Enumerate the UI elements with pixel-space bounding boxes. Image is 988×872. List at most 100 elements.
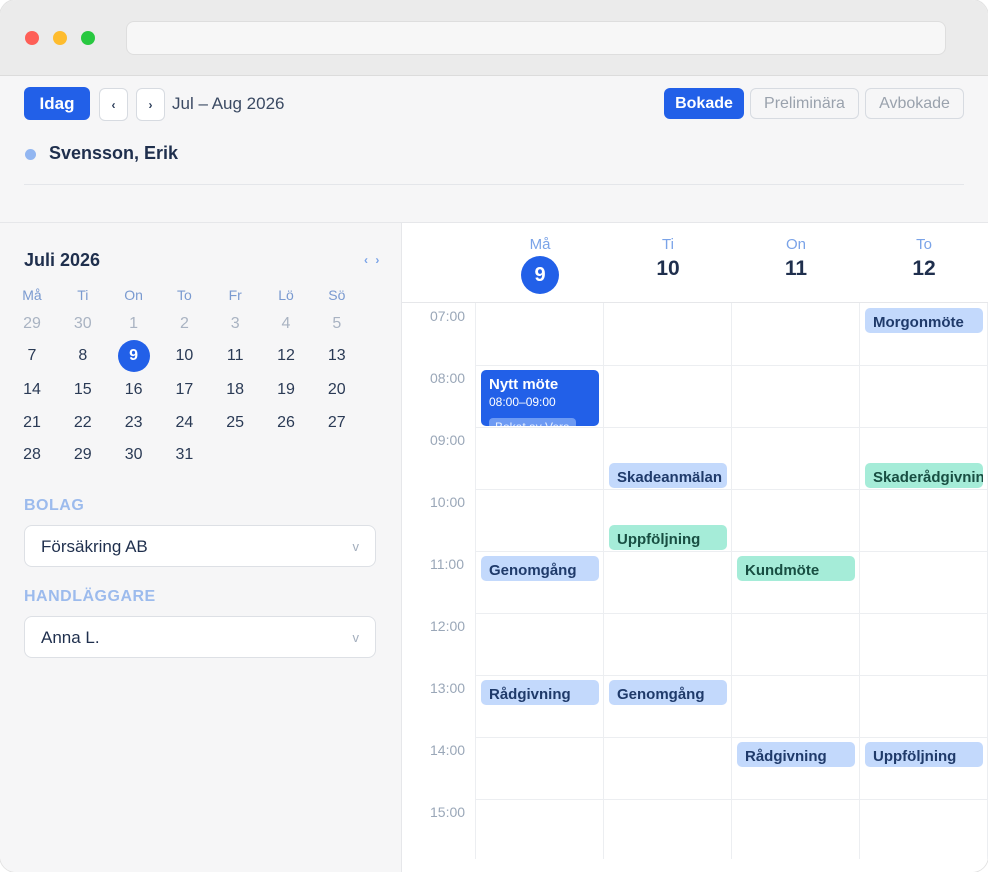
calendar-event[interactable]: Rådgivning13:00–13:30 bbox=[481, 680, 599, 705]
day-header[interactable]: To 12 bbox=[860, 223, 988, 302]
chevron-right-icon: › bbox=[148, 97, 153, 112]
weekday-header: Fr bbox=[228, 287, 242, 303]
handler-select-value: Anna L. bbox=[41, 628, 100, 647]
mini-calendar-day[interactable]: 30 bbox=[118, 439, 150, 471]
mini-calendar-day[interactable]: 11 bbox=[219, 340, 251, 372]
chevron-left-icon: ‹ bbox=[111, 97, 116, 112]
hour-label: 11:00 bbox=[430, 556, 464, 572]
hour-label: 09:00 bbox=[430, 432, 466, 448]
day-header[interactable]: On 11 bbox=[732, 223, 860, 302]
mini-calendar-day[interactable]: 9 bbox=[117, 340, 150, 372]
hour-gridline bbox=[476, 675, 988, 676]
day-name: On bbox=[785, 236, 806, 253]
mini-calendar-day[interactable]: 10 bbox=[168, 340, 200, 372]
mini-calendar-day[interactable]: 30 bbox=[67, 308, 99, 340]
calendar-event[interactable]: Genomgång13:00–13:30 bbox=[609, 680, 727, 705]
hour-label: 07:00 bbox=[430, 308, 466, 324]
address-bar[interactable] bbox=[126, 21, 946, 55]
mini-calendar-day[interactable]: 31 bbox=[168, 439, 200, 471]
mini-calendar-day[interactable]: 21 bbox=[16, 407, 48, 439]
calendar-event[interactable]: Genomgång11:00–11:30 bbox=[481, 556, 599, 581]
mini-calendar-day[interactable]: 22 bbox=[67, 407, 99, 439]
mini-calendar-day[interactable]: 25 bbox=[219, 407, 251, 439]
mini-calendar-nav-icon[interactable]: ‹ › bbox=[364, 253, 381, 267]
hour-gridline bbox=[476, 427, 988, 428]
next-period-button[interactable]: › bbox=[136, 88, 165, 121]
chevron-down-icon: v bbox=[352, 630, 360, 645]
mini-calendar-day[interactable]: 5 bbox=[321, 308, 353, 340]
event-title: Genomgång bbox=[617, 686, 705, 703]
minimize-window-icon[interactable] bbox=[53, 31, 67, 45]
today-button[interactable]: Idag bbox=[24, 87, 90, 120]
person-name: Svensson, Erik bbox=[49, 143, 179, 163]
mini-calendar-day[interactable]: 27 bbox=[321, 407, 353, 439]
mini-calendar-day[interactable]: 29 bbox=[67, 439, 99, 471]
day-number: 12 bbox=[912, 257, 936, 280]
mini-calendar-day[interactable]: 16 bbox=[118, 374, 150, 406]
calendar-event[interactable]: Nytt möte 08:00–09:00 Bokat av Vera bbox=[481, 370, 599, 426]
hour-label: 10:00 bbox=[430, 494, 466, 510]
mini-calendar-day[interactable]: 19 bbox=[270, 374, 302, 406]
previous-period-button[interactable]: ‹ bbox=[99, 88, 128, 121]
mini-calendar-day[interactable]: 1 bbox=[118, 308, 150, 340]
event-title: Nytt möte bbox=[489, 376, 559, 393]
event-title: Skaderådgivning bbox=[873, 469, 983, 486]
calendar-event[interactable]: Uppföljning14:00–14:30 bbox=[865, 742, 983, 767]
day-column-divider bbox=[859, 303, 860, 859]
mini-calendar-day[interactable]: 29 bbox=[16, 308, 48, 340]
mini-calendar-day[interactable]: 12 bbox=[270, 340, 302, 372]
hour-gridline bbox=[476, 365, 988, 366]
hour-label: 13:00 bbox=[430, 680, 466, 696]
mini-calendar-title: Juli 2026 bbox=[24, 250, 101, 270]
mini-calendar-day[interactable]: 26 bbox=[270, 407, 302, 439]
mini-calendar-day[interactable]: 18 bbox=[219, 374, 251, 406]
mini-calendar-day[interactable]: 15 bbox=[67, 374, 99, 406]
day-column-divider bbox=[731, 303, 732, 859]
calendar-event[interactable]: Skaderådgivning09:30–10:00 bbox=[865, 463, 983, 488]
weekday-header: Må bbox=[22, 287, 42, 303]
mini-calendar-day[interactable]: 2 bbox=[168, 308, 200, 340]
hour-gridline bbox=[476, 613, 988, 614]
event-title: Skadeanmälan bbox=[617, 469, 723, 486]
calendar-event[interactable]: Uppföljning10:30–11:00 bbox=[609, 525, 727, 550]
weekday-header: Sö bbox=[328, 287, 346, 303]
today-date-badge: 9 bbox=[521, 256, 559, 294]
week-header-divider bbox=[402, 302, 988, 303]
calendar-event[interactable]: Morgonmöte07:00–07:30 bbox=[865, 308, 983, 333]
mini-calendar-day[interactable]: 3 bbox=[219, 308, 251, 340]
event-time: 08:00–09:00 bbox=[489, 395, 556, 409]
mini-calendar-day[interactable]: 14 bbox=[16, 374, 48, 406]
filter-preliminary-button[interactable]: Preliminära bbox=[750, 88, 859, 119]
weekday-header: Ti bbox=[77, 287, 89, 303]
mini-calendar-day[interactable]: 17 bbox=[168, 374, 200, 406]
day-header[interactable]: Ti 10 bbox=[604, 223, 732, 302]
calendar-event[interactable]: Kundmöte11:00–11:30 bbox=[737, 556, 855, 581]
event-title: Genomgång bbox=[489, 562, 577, 579]
hour-label: 15:00 bbox=[430, 804, 466, 820]
mini-calendar-day[interactable]: 13 bbox=[321, 340, 353, 372]
day-name: Ti bbox=[662, 236, 674, 253]
event-title: Rådgivning bbox=[745, 748, 827, 765]
handler-label: HANDLÄGGARE bbox=[24, 588, 156, 605]
filter-booked-button[interactable]: Bokade bbox=[664, 88, 744, 119]
mini-calendar-day[interactable]: 24 bbox=[168, 407, 200, 439]
mini-calendar-day[interactable]: 28 bbox=[16, 439, 48, 471]
app-window: Idag ‹ › Jul – Aug 2026 Bokade Preliminä… bbox=[0, 0, 988, 872]
close-window-icon[interactable] bbox=[25, 31, 39, 45]
calendar-event[interactable]: Rådgivning14:00–14:30 bbox=[737, 742, 855, 767]
filter-cancelled-button[interactable]: Avbokade bbox=[865, 88, 964, 119]
mini-calendar-day[interactable]: 23 bbox=[118, 407, 150, 439]
maximize-window-icon[interactable] bbox=[81, 31, 95, 45]
mini-calendar-day[interactable]: 7 bbox=[16, 340, 48, 372]
event-title: Kundmöte bbox=[745, 562, 820, 579]
calendar-event[interactable]: Skadeanmälan09:30–10:00 bbox=[609, 463, 727, 488]
mini-calendar-day[interactable]: 8 bbox=[67, 340, 99, 372]
mini-calendar-day[interactable]: 20 bbox=[321, 374, 353, 406]
date-range-label: Jul – Aug 2026 bbox=[172, 94, 285, 113]
company-select[interactable]: Försäkring AB v bbox=[24, 525, 376, 567]
handler-select[interactable]: Anna L. v bbox=[24, 616, 376, 658]
event-title: Morgonmöte bbox=[873, 314, 964, 331]
mini-calendar-day[interactable]: 4 bbox=[270, 308, 302, 340]
day-header[interactable]: Må 9 bbox=[476, 223, 604, 302]
calendar-header: Idag ‹ › Jul – Aug 2026 Bokade Preliminä… bbox=[0, 76, 988, 223]
